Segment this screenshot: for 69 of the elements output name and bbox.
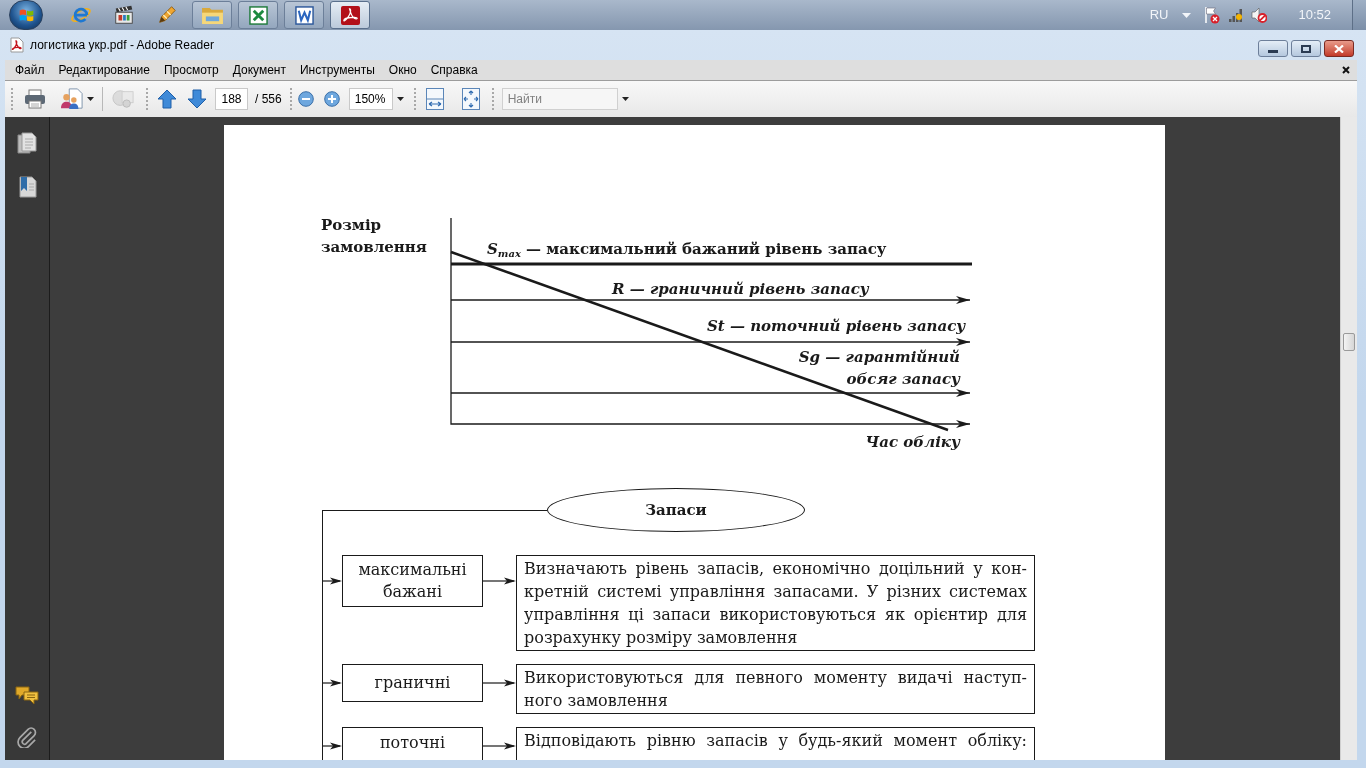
arrow-connector <box>483 576 516 586</box>
taskbar-button[interactable] <box>284 1 324 29</box>
flag-error-icon[interactable] <box>1204 6 1221 24</box>
folder-icon <box>200 5 224 25</box>
level-label: S$_{max}$ — максимальний бажаний рівень запасу <box>487 239 887 260</box>
dropdown-caret-icon[interactable] <box>87 97 94 101</box>
category-node: максимальні бажані <box>342 555 483 607</box>
close-icon[interactable] <box>1342 66 1350 74</box>
comments-icon[interactable] <box>15 685 39 705</box>
close-icon <box>1334 44 1344 53</box>
close-button[interactable] <box>1324 40 1354 57</box>
menu-item[interactable]: Инструменты <box>300 62 375 78</box>
arrow-connector <box>483 678 516 688</box>
arrow-connector <box>483 741 516 751</box>
printer-icon[interactable] <box>24 88 46 110</box>
description-node: Визначають рівень запасів, економічно доцільний у кон- кретній системі управління запасами. У різних системах управління ці запаси використовуються як орієнтир для розрахунку розміру замовлення <box>516 555 1035 651</box>
taskbar-button[interactable] <box>330 1 370 29</box>
clapperboard-icon[interactable] <box>113 4 135 26</box>
signal-bars-icon[interactable] <box>1228 7 1245 23</box>
level-label: St — поточний рівень запасу <box>707 316 966 337</box>
menu-item[interactable]: Редактирование <box>58 62 150 78</box>
start-button[interactable] <box>9 0 43 30</box>
level-label: R — граничний рівень запасу <box>612 279 869 300</box>
minimize-icon <box>1268 49 1278 53</box>
minimize-button[interactable] <box>1258 40 1288 57</box>
taskbar-button[interactable] <box>192 1 232 29</box>
dropdown-caret-icon[interactable] <box>621 97 629 101</box>
scrollbar-thumb[interactable] <box>1343 333 1355 351</box>
people-document-icon[interactable] <box>60 88 84 110</box>
dropdown-caret-icon[interactable] <box>396 97 404 101</box>
paperclip-icon[interactable] <box>16 727 38 748</box>
category-node: поточні <box>342 727 483 760</box>
menu-item[interactable]: Окно <box>388 62 417 78</box>
menu-item[interactable]: Файл <box>15 62 45 78</box>
search-field[interactable]: Найти <box>501 88 618 110</box>
axis-label: Розмір замовлення <box>321 215 428 258</box>
description-node: Використовуються для певного моменту видачі наступ- ного замовлення <box>516 664 1035 714</box>
window-title: логистика укр.pdf - Adobe Reader <box>30 37 214 54</box>
arrow-connector <box>323 678 342 688</box>
zoom-field[interactable]: 150% <box>348 88 393 110</box>
taskbar-button[interactable] <box>238 1 278 29</box>
category-node: граничні <box>342 664 483 702</box>
fit-page-icon[interactable] <box>461 88 480 110</box>
pdf-file-icon <box>10 37 24 53</box>
page-count: / 556 <box>255 91 282 108</box>
spreadsheet-icon <box>248 5 268 25</box>
menu-item[interactable]: Документ <box>232 62 286 78</box>
fit-width-icon[interactable] <box>425 88 444 110</box>
zoom-in-icon[interactable] <box>323 91 340 107</box>
menu-item[interactable]: Справка <box>430 62 478 78</box>
arrow-connector <box>323 741 342 751</box>
bookmark-icon[interactable] <box>17 176 37 198</box>
maximize-button[interactable] <box>1291 40 1321 57</box>
arrow-down-icon[interactable] <box>187 89 207 109</box>
level-label: Sg — гарантійний обсяг запасу <box>798 347 960 390</box>
description-node: Відповідають рівню запасів у будь-який момент обліку: <box>516 727 1035 760</box>
restore-icon <box>1301 44 1311 53</box>
zoom-out-icon[interactable] <box>297 91 314 107</box>
pages-icon[interactable] <box>17 132 37 154</box>
document-icon <box>294 5 314 25</box>
pencil-icon[interactable] <box>156 4 178 26</box>
axis-label: Час обліку <box>865 432 960 453</box>
page-number-field[interactable]: 188 <box>215 88 248 110</box>
menu-item[interactable]: Просмотр <box>163 62 219 78</box>
pdf-icon <box>340 5 360 25</box>
arrow-connector <box>323 576 342 586</box>
globe-gear-icon <box>111 88 135 110</box>
speaker-muted-icon[interactable] <box>1251 7 1268 23</box>
arrow-up-icon[interactable] <box>157 89 177 109</box>
